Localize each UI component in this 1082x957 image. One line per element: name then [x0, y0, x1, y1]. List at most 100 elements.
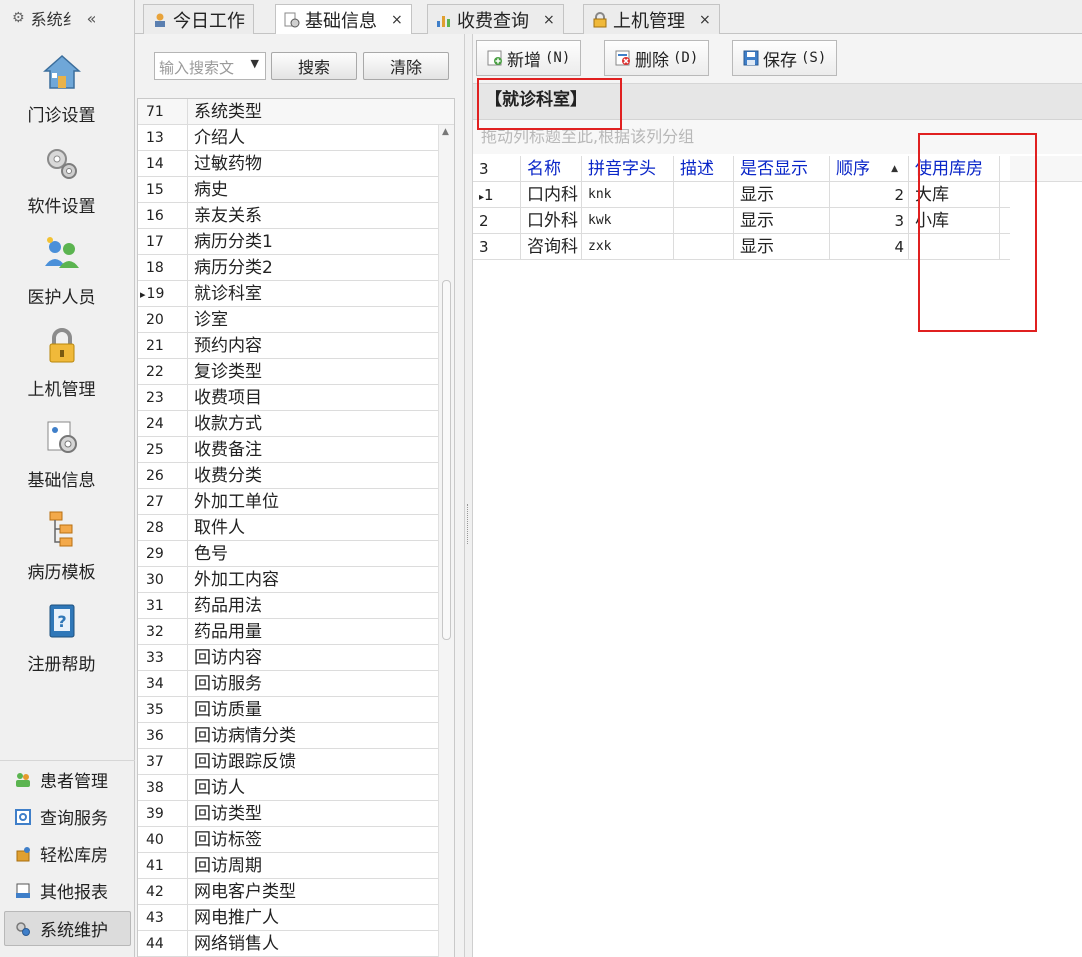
- nav-module-system-maintenance[interactable]: 系统维护: [4, 911, 131, 946]
- search-combo[interactable]: 输入搜索文 ▼: [154, 52, 266, 80]
- list-item[interactable]: 22 复诊类型: [138, 359, 454, 385]
- grid-header-visible[interactable]: 是否显示: [734, 156, 830, 181]
- list-item[interactable]: 42 网电客户类型: [138, 879, 454, 905]
- nav-item-outpatient-settings[interactable]: 门诊设置: [0, 52, 123, 126]
- table-row[interactable]: ▸1 口内科 knk 显示 2 大库: [473, 182, 1010, 208]
- grid-cell-order[interactable]: 4: [830, 234, 909, 259]
- vertical-scrollbar[interactable]: ▲: [438, 125, 454, 957]
- grid-cell-visible[interactable]: 显示: [734, 234, 830, 259]
- close-icon[interactable]: ×: [699, 12, 711, 28]
- tab-basic-info[interactable]: 基础信息 ×: [275, 4, 412, 35]
- scroll-up-icon[interactable]: ▲: [442, 127, 449, 137]
- nav-module-patients[interactable]: 患者管理: [0, 761, 135, 798]
- list-item[interactable]: 35 回访质量: [138, 697, 454, 723]
- list-item[interactable]: 27 外加工单位: [138, 489, 454, 515]
- close-icon[interactable]: ×: [391, 12, 403, 28]
- list-item[interactable]: 34 回访服务: [138, 671, 454, 697]
- grid-header-count[interactable]: 3: [473, 156, 521, 181]
- grid-header-name[interactable]: 名称: [521, 156, 582, 181]
- list-item[interactable]: 44 网络销售人: [138, 931, 454, 957]
- grid-cell-visible[interactable]: 显示: [734, 208, 830, 233]
- nav-item-registration-help[interactable]: ? 注册帮助: [0, 601, 123, 675]
- save-button[interactable]: 保存 (S): [732, 40, 838, 76]
- splitter-grip[interactable]: [467, 504, 470, 544]
- grid-cell-name[interactable]: 口外科: [521, 208, 582, 233]
- grid-header-warehouse[interactable]: 使用库房: [909, 156, 1000, 181]
- list-item[interactable]: 16 亲友关系: [138, 203, 454, 229]
- grid-cell-order[interactable]: 2: [830, 182, 909, 207]
- grid-cell-warehouse[interactable]: [909, 234, 1000, 259]
- grid-cell-description[interactable]: [674, 208, 734, 233]
- grid-cell-pinyin[interactable]: kwk: [582, 208, 674, 233]
- grid-cell-row-number[interactable]: 2: [473, 208, 521, 233]
- grid-cell-pinyin[interactable]: knk: [582, 182, 674, 207]
- list-item[interactable]: 43 网电推广人: [138, 905, 454, 931]
- tree-icon: [49, 511, 72, 547]
- nav-item-basic-info[interactable]: 基础信息: [0, 417, 123, 491]
- nav-module-query[interactable]: 查询服务: [0, 798, 135, 835]
- dropdown-arrow-icon[interactable]: ▼: [251, 57, 259, 70]
- tab-machine-management[interactable]: 上机管理 ×: [583, 4, 720, 34]
- list-item[interactable]: 14 过敏药物: [138, 151, 454, 177]
- add-button[interactable]: 新增 (N): [476, 40, 582, 76]
- grid-cell-warehouse[interactable]: 大库: [909, 182, 1000, 207]
- table-row[interactable]: 2 口外科 kwk 显示 3 小库: [473, 208, 1010, 234]
- list-item[interactable]: 38 回访人: [138, 775, 454, 801]
- grid-cell-row-number[interactable]: 3: [473, 234, 521, 259]
- list-item-name: 过敏药物: [194, 154, 262, 174]
- list-item[interactable]: 32 药品用量: [138, 619, 454, 645]
- list-item[interactable]: ▸19 就诊科室: [138, 281, 454, 307]
- list-item[interactable]: 41 回访周期: [138, 853, 454, 879]
- list-item[interactable]: 29 色号: [138, 541, 454, 567]
- scrollbar-thumb[interactable]: [442, 280, 451, 640]
- list-item[interactable]: 25 收费备注: [138, 437, 454, 463]
- grid-header-order[interactable]: 顺序 ▲: [830, 156, 909, 181]
- grid-header-pinyin[interactable]: 拼音字头: [582, 156, 674, 181]
- grid-cell-pinyin[interactable]: zxk: [582, 234, 674, 259]
- grid-cell-warehouse[interactable]: 小库: [909, 208, 1000, 233]
- grid-cell-visible[interactable]: 显示: [734, 182, 830, 207]
- list-item[interactable]: 20 诊室: [138, 307, 454, 333]
- delete-button[interactable]: 删除 (D): [604, 40, 710, 76]
- search-button[interactable]: 搜索: [271, 52, 357, 80]
- collapse-icon[interactable]: «: [87, 9, 97, 28]
- grid-cell-row-number[interactable]: ▸1: [473, 182, 521, 207]
- list-item-name: 回访服务: [194, 674, 262, 694]
- grid-cell-name[interactable]: 咨询科: [521, 234, 582, 259]
- list-item[interactable]: 13 介绍人: [138, 125, 454, 151]
- list-item[interactable]: 18 病历分类2: [138, 255, 454, 281]
- list-item[interactable]: 33 回访内容: [138, 645, 454, 671]
- nav-item-machine-management[interactable]: 上机管理: [0, 326, 123, 400]
- grid-cell-name[interactable]: 口内科: [521, 182, 582, 207]
- list-item[interactable]: 31 药品用法: [138, 593, 454, 619]
- list-item[interactable]: 23 收费项目: [138, 385, 454, 411]
- list-item[interactable]: 26 收费分类: [138, 463, 454, 489]
- table-row[interactable]: 3 咨询科 zxk 显示 4: [473, 234, 1010, 260]
- list-item[interactable]: 37 回访跟踪反馈: [138, 749, 454, 775]
- nav-module-reports[interactable]: 其他报表: [0, 872, 135, 909]
- nav-item-medical-staff[interactable]: 医护人员: [0, 234, 123, 308]
- list-item[interactable]: 15 病史: [138, 177, 454, 203]
- list-item[interactable]: 39 回访类型: [138, 801, 454, 827]
- grid-header-description[interactable]: 描述: [674, 156, 734, 181]
- list-item[interactable]: 21 预约内容: [138, 333, 454, 359]
- list-item[interactable]: 30 外加工内容: [138, 567, 454, 593]
- list-item[interactable]: 28 取件人: [138, 515, 454, 541]
- close-icon[interactable]: ×: [543, 12, 555, 28]
- nav-item-software-settings[interactable]: 软件设置: [0, 143, 123, 217]
- list-item[interactable]: 17 病历分类1: [138, 229, 454, 255]
- list-item[interactable]: 36 回访病情分类: [138, 723, 454, 749]
- tab-today-work[interactable]: 今日工作: [143, 4, 254, 34]
- list-item[interactable]: 24 收款方式: [138, 411, 454, 437]
- list-item[interactable]: 40 回访标签: [138, 827, 454, 853]
- nav-header[interactable]: ⚙ 系统纟 «: [0, 0, 134, 36]
- group-by-panel[interactable]: 拖动列标题至此,根据该列分组: [473, 120, 1082, 154]
- grid-cell-description[interactable]: [674, 234, 734, 259]
- tab-fee-query[interactable]: 收费查询 ×: [427, 4, 564, 34]
- panel-splitter[interactable]: [465, 34, 473, 957]
- grid-cell-description[interactable]: [674, 182, 734, 207]
- grid-cell-order[interactable]: 3: [830, 208, 909, 233]
- clear-button[interactable]: 清除: [363, 52, 449, 80]
- nav-module-warehouse[interactable]: 轻松库房: [0, 835, 135, 872]
- nav-item-record-templates[interactable]: 病历模板: [0, 509, 123, 583]
